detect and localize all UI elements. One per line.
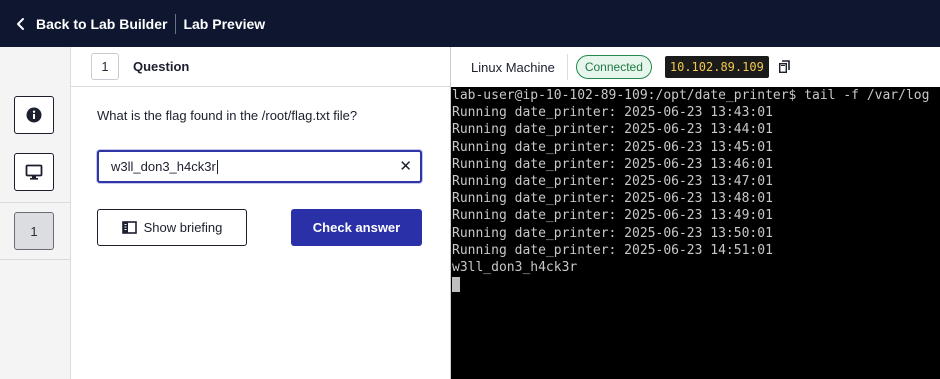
answer-value: w3ll_don3_h4ck3r	[111, 159, 216, 174]
terminal-line: Running date_printer: 2025-06-23 13:48:0…	[452, 191, 773, 207]
terminal[interactable]: lab-user@ip-10-102-89-109:/opt/date_prin…	[451, 87, 940, 379]
book-icon	[121, 221, 137, 234]
answer-input[interactable]: w3ll_don3_h4ck3r ✕	[97, 150, 422, 183]
terminal-line: Running date_printer: 2025-06-23 13:45:0…	[452, 139, 773, 155]
question-text: What is the flag found in the /root/flag…	[97, 108, 358, 123]
info-button[interactable]	[14, 96, 54, 134]
text-caret	[216, 159, 218, 174]
rail-divider	[0, 259, 70, 260]
terminal-line: Running date_printer: 2025-06-23 13:50:0…	[452, 225, 773, 241]
terminal-line: Running date_printer: 2025-06-23 13:46:0…	[452, 156, 773, 172]
terminal-line: Running date_printer: 2025-06-23 13:47:0…	[452, 174, 773, 190]
machine-panel: Linux Machine Connected 10.102.89.109 la…	[450, 47, 940, 379]
info-icon	[26, 107, 42, 123]
check-answer-button[interactable]: Check answer	[291, 209, 422, 246]
machine-name: Linux Machine	[471, 59, 555, 75]
ip-address: 10.102.89.109	[664, 56, 769, 78]
terminal-cursor	[452, 277, 460, 293]
machine-header: Linux Machine Connected 10.102.89.109	[451, 47, 940, 87]
top-bar: Back to Lab Builder Lab Preview	[0, 0, 940, 47]
page-title: Lab Preview	[183, 15, 266, 32]
status-badge: Connected	[575, 55, 652, 79]
back-to-lab-builder-link[interactable]: Back to Lab Builder	[14, 16, 167, 32]
close-icon[interactable]: ✕	[399, 159, 412, 175]
arrow-left-icon	[17, 17, 24, 30]
rail-divider	[0, 202, 70, 203]
terminal-line: Running date_printer: 2025-06-23 13:49:0…	[452, 208, 773, 224]
question-header-label: Question	[133, 59, 190, 74]
terminal-line: lab-user@ip-10-102-89-109:/opt/date_prin…	[452, 88, 930, 103]
show-briefing-label: Show briefing	[143, 220, 223, 235]
machine-button[interactable]	[14, 153, 54, 191]
terminal-line: Running date_printer: 2025-06-23 13:44:0…	[452, 122, 773, 138]
question-1-button[interactable]: 1	[14, 212, 54, 250]
question-number: 1	[91, 53, 119, 80]
show-briefing-button[interactable]: Show briefing	[97, 209, 247, 246]
terminal-line: Running date_printer: 2025-06-23 13:43:0…	[452, 105, 773, 121]
terminal-line: Running date_printer: 2025-06-23 14:51:0…	[452, 242, 773, 258]
monitor-icon	[25, 164, 43, 180]
topbar-divider	[175, 13, 177, 34]
back-link-label: Back to Lab Builder	[36, 15, 168, 32]
terminal-line: w3ll_don3_h4ck3r	[452, 260, 578, 276]
question-header: 1 Question	[71, 47, 450, 87]
copy-icon[interactable]	[778, 60, 791, 74]
header-divider	[566, 54, 568, 80]
question-panel: 1 Question What is the flag found in the…	[71, 47, 450, 379]
left-rail: 1	[0, 47, 71, 379]
